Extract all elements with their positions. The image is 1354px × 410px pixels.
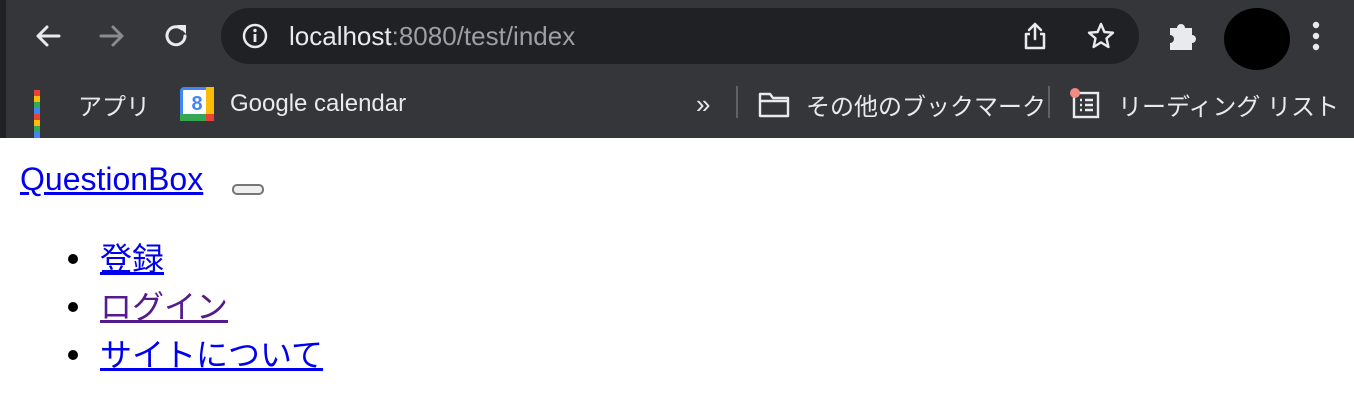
browser-toolbar: localhost:8080/test/index [6,0,1354,74]
folder-icon [758,92,790,118]
info-icon[interactable] [241,22,269,50]
google-calendar-icon: 8 [180,87,214,121]
star-icon[interactable] [1085,20,1117,52]
arrow-left-icon [36,25,61,47]
forward-button[interactable] [90,14,134,58]
bookmark-apps[interactable]: アプリ [34,84,150,144]
reading-list-divider [1048,86,1050,118]
bullet-icon [68,350,78,360]
bookmark-apps-label: アプリ [78,93,150,121]
reload-button[interactable] [154,14,198,58]
puzzle-icon[interactable] [1162,16,1202,56]
reading-list-label: リーディング リスト [1118,93,1339,121]
url-text[interactable]: localhost:8080/test/index [289,20,575,52]
bookmark-google-calendar-label: Google calendar [230,90,407,117]
brand-link[interactable]: QuestionBox [20,160,203,198]
other-bookmarks-label: その他のブックマーク [806,93,1046,121]
back-button[interactable] [26,14,70,58]
profile-avatar[interactable] [1224,8,1290,70]
page-content: QuestionBox 登録 ログイン サイトについて [0,138,1354,410]
bullet-icon [68,302,78,312]
url-path: :8080/test/index [391,21,576,51]
nav-link-login[interactable]: ログイン [100,289,228,325]
bookmarks-divider [736,86,738,118]
arrow-right-icon [99,25,124,47]
navbar-toggle-button[interactable] [232,184,264,195]
bookmark-google-calendar[interactable]: 8 Google calendar [180,84,406,124]
bookmarks-bar: アプリ 8 Google calendar » その他のブックマーク リーディン… [6,74,1354,144]
reload-icon [165,25,187,47]
list-item: 登録 [68,238,323,286]
list-item: サイトについて [68,334,323,382]
share-icon[interactable] [1019,20,1051,52]
address-bar[interactable]: localhost:8080/test/index [221,8,1139,64]
reading-list-icon [1070,88,1100,119]
nav-link-about[interactable]: サイトについて [100,337,323,373]
other-bookmarks-button[interactable]: その他のブックマーク [758,84,1046,124]
nav-link-register[interactable]: 登録 [100,241,164,277]
list-item: ログイン [68,286,323,334]
nav-list: 登録 ログイン サイトについて [68,238,323,382]
kebab-menu-icon[interactable] [1302,16,1330,56]
bookmarks-overflow-button[interactable]: » [696,84,710,124]
url-host: localhost [289,21,392,51]
apps-grid-icon [34,90,62,144]
bullet-icon [68,254,78,264]
browser-chrome: localhost:8080/test/index アプリ 8 Google c… [0,0,1354,144]
reading-list-button[interactable]: リーディング リスト [1070,84,1339,124]
